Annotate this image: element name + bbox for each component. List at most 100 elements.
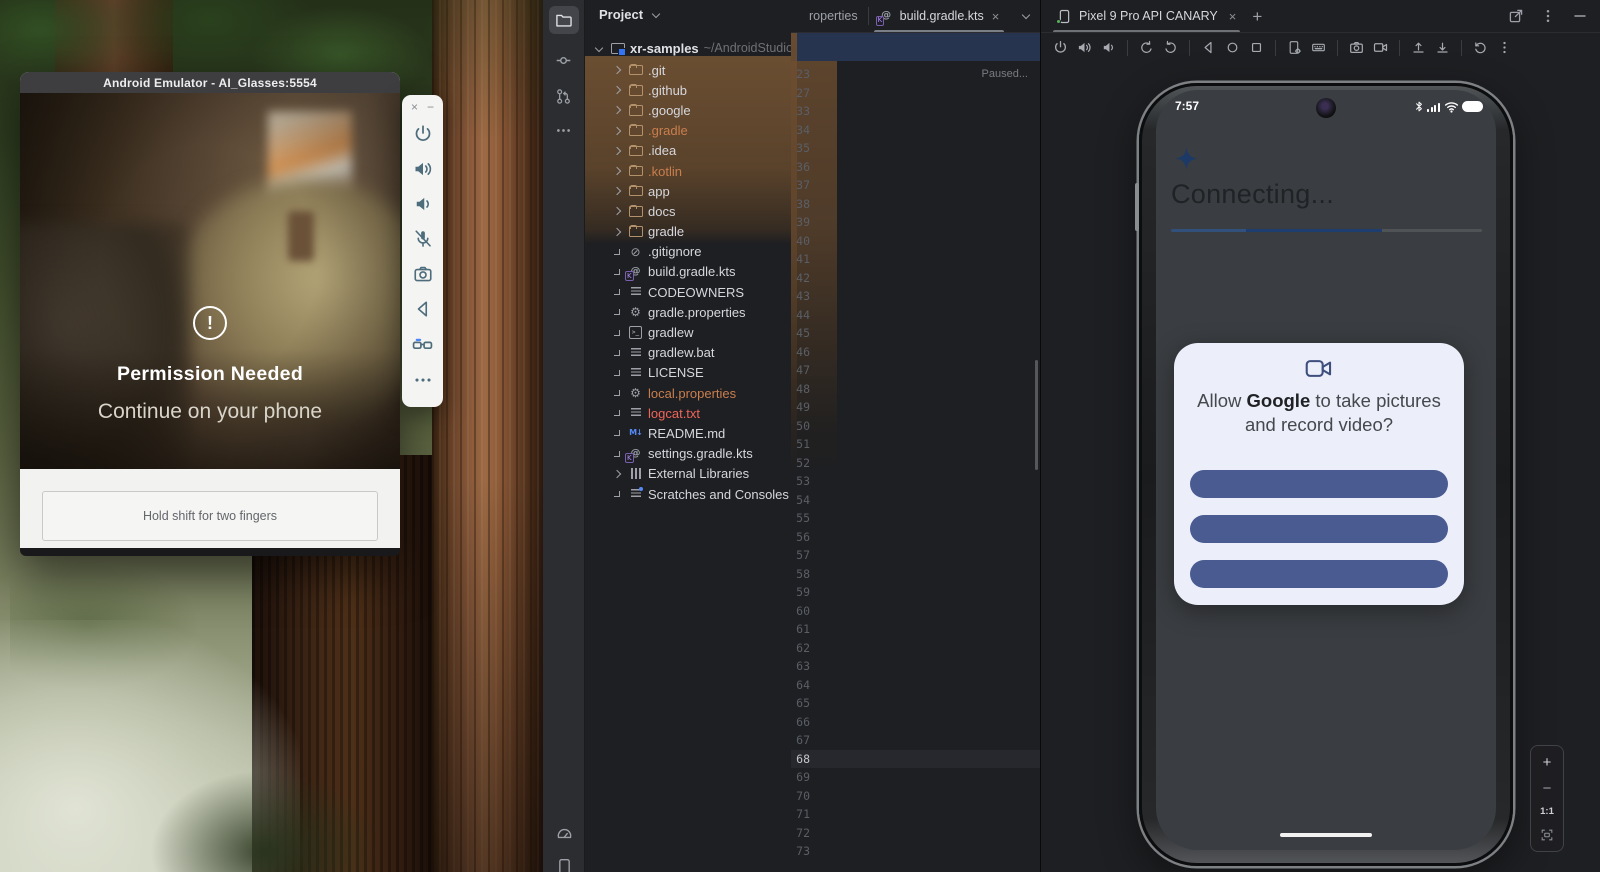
tree-item[interactable]: .git [585,60,791,80]
permission-button[interactable] [1190,470,1448,498]
code-line[interactable]: 23 Paused... [791,65,1040,84]
code-line[interactable]: 71 [791,805,1040,824]
code-line[interactable]: 33 [791,102,1040,121]
upload-icon[interactable] [1411,40,1426,55]
tree-item[interactable]: External Libraries [585,464,791,484]
chevron-icon[interactable] [611,367,623,379]
more-vertical-icon[interactable] [1540,8,1556,24]
tree-item[interactable]: gradlew.bat [585,343,791,363]
code-line[interactable]: 41 [791,250,1040,269]
chevron-icon[interactable] [611,407,623,419]
code-line[interactable]: 66 [791,713,1040,732]
new-device-tab-button[interactable]: + [1252,8,1262,25]
screenshot-icon[interactable] [1349,40,1364,55]
tree-item[interactable]: settings.gradle.kts [585,444,791,464]
chevron-icon[interactable] [611,266,623,278]
volume-up-icon[interactable] [413,159,433,179]
power-icon[interactable] [413,124,433,144]
editor-scrollbar[interactable] [1035,360,1038,470]
tree-item[interactable]: docs [585,201,791,221]
chevron-down-icon[interactable] [650,9,662,21]
reset-icon[interactable] [1473,40,1488,55]
chevron-icon[interactable] [611,347,623,359]
volume-up-icon[interactable] [1077,40,1092,55]
open-in-new-icon[interactable] [1508,8,1524,24]
tree-item[interactable]: README.md [585,423,791,443]
code-line[interactable]: 55 [791,509,1040,528]
code-line[interactable]: 44 [791,306,1040,325]
stripe-running-devices-icon[interactable] [549,852,579,872]
code-line[interactable]: 35 [791,139,1040,158]
tree-item[interactable]: gradle [585,222,791,242]
chevron-down-icon[interactable] [593,43,605,55]
hardware-input-icon[interactable] [1311,40,1326,55]
home-icon[interactable] [1225,40,1240,55]
code-line[interactable]: 67 [791,731,1040,750]
tree-item[interactable]: .gitignore [585,242,791,262]
chevron-icon[interactable] [611,185,623,197]
code-line[interactable]: 68 [791,750,1040,769]
overview-icon[interactable] [1249,40,1264,55]
stripe-more-icon[interactable] [549,116,579,144]
tab-build-gradle-kts[interactable]: build.gradle.kts × [869,0,1010,32]
tree-item[interactable]: CODEOWNERS [585,282,791,302]
tab-gradle-properties-partial[interactable]: roperties [791,0,868,32]
code-line[interactable]: 69 [791,768,1040,787]
emulator-camera-view[interactable]: Permission Needed Continue on your phone [20,93,400,469]
code-line[interactable]: 72 [791,824,1040,843]
code-line[interactable]: 39 [791,213,1040,232]
code-line[interactable]: 42 [791,269,1040,288]
minimize-window-icon[interactable]: − [427,101,434,113]
code-line[interactable]: 62 [791,639,1040,658]
hidden-tabs-chevron-icon[interactable] [1020,10,1032,22]
code-line[interactable]: 70 [791,787,1040,806]
close-window-icon[interactable]: × [411,101,418,113]
code-line[interactable]: 53 [791,472,1040,491]
close-tab-icon[interactable]: × [1229,10,1237,23]
code-line[interactable]: 50 [791,417,1040,436]
permission-button[interactable] [1190,515,1448,543]
tree-item[interactable]: .gradle [585,121,791,141]
back-icon[interactable] [413,299,433,319]
close-tab-icon[interactable]: × [992,10,1000,23]
rotate-right-icon[interactable] [1163,40,1178,55]
download-icon[interactable] [1435,40,1450,55]
tree-item[interactable]: .kotlin [585,161,791,181]
tree-item[interactable]: local.properties [585,383,791,403]
screen-record-icon[interactable] [1373,40,1388,55]
permission-button[interactable] [1190,560,1448,588]
tree-item[interactable]: gradlew [585,322,791,342]
power-icon[interactable] [1053,40,1068,55]
code-line[interactable]: 60 [791,602,1040,621]
tab-device-pixel-9-pro[interactable]: Pixel 9 Pro API CANARY × [1053,0,1240,32]
stripe-project-icon[interactable] [549,6,579,34]
stripe-pull-requests-icon[interactable] [549,82,579,110]
volume-down-icon[interactable] [413,194,433,214]
code-line[interactable]: 38 [791,195,1040,214]
chevron-icon[interactable] [611,205,623,217]
tree-item[interactable]: .google [585,100,791,120]
device-settings-icon[interactable] [1287,40,1302,55]
zoom-out-button[interactable]: − [1543,781,1552,796]
chevron-icon[interactable] [611,488,623,500]
tree-item[interactable]: .idea [585,141,791,161]
more-vertical-icon[interactable] [1497,40,1512,55]
stripe-profiler-icon[interactable] [549,818,579,846]
phone-screen[interactable]: 7:57 Connecting... [1156,90,1496,850]
chevron-icon[interactable] [611,125,623,137]
zoom-ratio-button[interactable]: 1:1 [1540,807,1554,817]
code-line[interactable]: 56 [791,528,1040,547]
code-line[interactable]: 61 [791,620,1040,639]
tree-item[interactable]: logcat.txt [585,403,791,423]
tree-item[interactable]: app [585,181,791,201]
tree-item[interactable]: gradle.properties [585,302,791,322]
code-line[interactable]: 64 [791,676,1040,695]
tree-item[interactable]: .github [585,80,791,100]
zoom-in-button[interactable]: + [1543,755,1552,770]
code-line[interactable]: 48 [791,380,1040,399]
chevron-icon[interactable] [611,448,623,460]
mic-off-icon[interactable] [413,229,433,249]
stripe-commit-icon[interactable] [549,46,579,74]
chevron-icon[interactable] [611,327,623,339]
code-line[interactable]: 40 [791,232,1040,251]
